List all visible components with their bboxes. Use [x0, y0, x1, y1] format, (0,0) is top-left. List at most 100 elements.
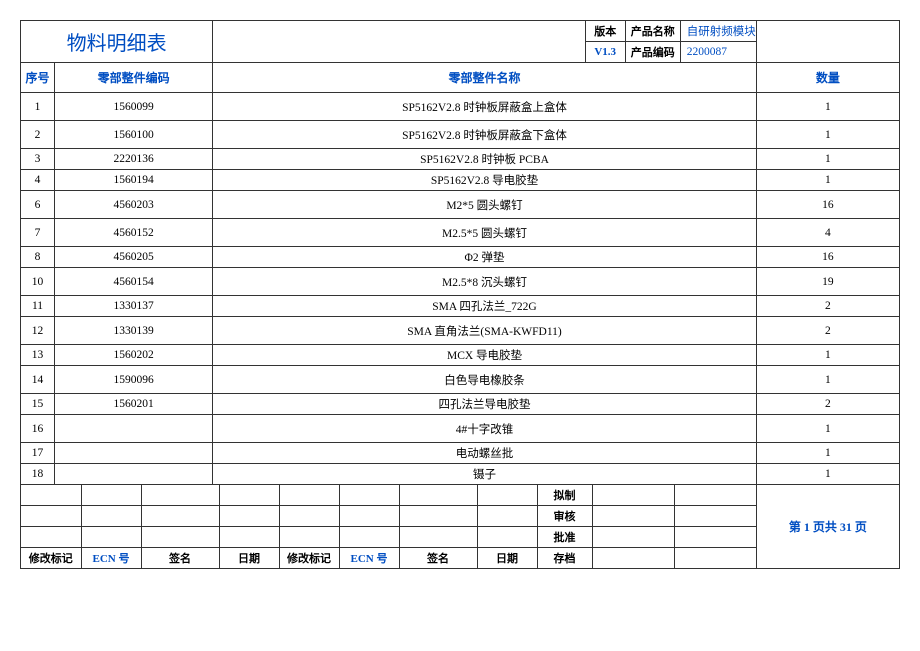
cell-name: MCX 导电胶垫 [213, 345, 757, 366]
cell-seq: 4 [21, 170, 55, 191]
table-row: 64560203M2*5 圆头螺钉16 [21, 191, 900, 219]
cell-name: M2.5*8 沉头螺钉 [213, 268, 757, 296]
cell-code: 1330137 [55, 296, 213, 317]
table-row: 151560201四孔法兰导电胶垫2 [21, 394, 900, 415]
cell-qty: 16 [756, 191, 899, 219]
cell-code: 1590096 [55, 366, 213, 394]
cell-qty: 1 [756, 121, 899, 149]
page-info: 第 1 页共 31 页 [756, 485, 899, 569]
cell-qty: 2 [756, 394, 899, 415]
cell-name: M2*5 圆头螺钉 [213, 191, 757, 219]
cell-qty: 1 [756, 93, 899, 121]
cell-seq: 1 [21, 93, 55, 121]
cell-seq: 15 [21, 394, 55, 415]
cell-name: SMA 直角法兰(SMA-KWFD11) [213, 317, 757, 345]
doc-title: 物料明细表 [21, 21, 213, 63]
cell-name: 白色导电橡胶条 [213, 366, 757, 394]
cell-code [55, 443, 213, 464]
cell-name: 电动螺丝批 [213, 443, 757, 464]
cell-seq: 11 [21, 296, 55, 317]
approval-label-3: 存档 [537, 548, 592, 569]
product-name-label: 产品名称 [625, 21, 680, 42]
cell-name: SMA 四孔法兰_722G [213, 296, 757, 317]
cell-qty: 2 [756, 317, 899, 345]
bottom-label-1: ECN 号 [81, 548, 141, 569]
cell-qty: 1 [756, 415, 899, 443]
cell-code [55, 464, 213, 485]
table-row: 74560152M2.5*5 圆头螺钉4 [21, 219, 900, 247]
cell-qty: 2 [756, 296, 899, 317]
cell-code [55, 415, 213, 443]
col-part-name: 零部整件名称 [213, 63, 757, 93]
cell-qty: 4 [756, 219, 899, 247]
cell-name: SP5162V2.8 时钟板 PCBA [213, 149, 757, 170]
cell-seq: 6 [21, 191, 55, 219]
cell-code: 4560203 [55, 191, 213, 219]
table-row: 32220136SP5162V2.8 时钟板 PCBA1 [21, 149, 900, 170]
cell-seq: 16 [21, 415, 55, 443]
bottom-label-2: 签名 [141, 548, 219, 569]
cell-seq: 3 [21, 149, 55, 170]
col-part-code: 零部整件编码 [55, 63, 213, 93]
cell-seq: 2 [21, 121, 55, 149]
table-row: 111330137SMA 四孔法兰_722G2 [21, 296, 900, 317]
table-row: 141590096白色导电橡胶条1 [21, 366, 900, 394]
approval-label-2: 批准 [537, 527, 592, 548]
cell-qty: 16 [756, 247, 899, 268]
cell-name: SP5162V2.8 导电胶垫 [213, 170, 757, 191]
bottom-label-7: 日期 [477, 548, 537, 569]
cell-seq: 7 [21, 219, 55, 247]
cell-name: M2.5*5 圆头螺钉 [213, 219, 757, 247]
cell-seq: 8 [21, 247, 55, 268]
cell-code: 1560100 [55, 121, 213, 149]
table-row: 21560100SP5162V2.8 时钟板屏蔽盒下盒体1 [21, 121, 900, 149]
bottom-label-0: 修改标记 [21, 548, 81, 569]
cell-code: 1560099 [55, 93, 213, 121]
approval-label-1: 审核 [537, 506, 592, 527]
bom-table: 物料明细表 版本 产品名称 自研射频模块时钟板 V1.3 产品编码 220008… [20, 20, 900, 569]
table-row: 131560202MCX 导电胶垫1 [21, 345, 900, 366]
product-name-value: 自研射频模块时钟板 [680, 21, 756, 42]
table-row: 41560194SP5162V2.8 导电胶垫1 [21, 170, 900, 191]
cell-name: 镊子 [213, 464, 757, 485]
cell-code: 4560205 [55, 247, 213, 268]
cell-name: 四孔法兰导电胶垫 [213, 394, 757, 415]
cell-name: SP5162V2.8 时钟板屏蔽盒下盒体 [213, 121, 757, 149]
cell-qty: 1 [756, 149, 899, 170]
product-code-value: 2200087 [680, 42, 756, 63]
table-row: 16 4#十字改锥1 [21, 415, 900, 443]
cell-qty: 1 [756, 366, 899, 394]
cell-name: 4#十字改锥 [213, 415, 757, 443]
col-qty: 数量 [756, 63, 899, 93]
version-label: 版本 [585, 21, 625, 42]
cell-seq: 13 [21, 345, 55, 366]
bottom-label-5: ECN 号 [339, 548, 399, 569]
version-value: V1.3 [585, 42, 625, 63]
cell-seq: 14 [21, 366, 55, 394]
cell-code: 1330139 [55, 317, 213, 345]
cell-code: 1560194 [55, 170, 213, 191]
cell-seq: 18 [21, 464, 55, 485]
cell-code: 2220136 [55, 149, 213, 170]
cell-code: 4560152 [55, 219, 213, 247]
cell-name: Φ2 弹垫 [213, 247, 757, 268]
table-row: 18 镊子1 [21, 464, 900, 485]
cell-code: 4560154 [55, 268, 213, 296]
cell-name: SP5162V2.8 时钟板屏蔽盒上盒体 [213, 93, 757, 121]
cell-seq: 10 [21, 268, 55, 296]
col-seq: 序号 [21, 63, 55, 93]
table-row: 11560099SP5162V2.8 时钟板屏蔽盒上盒体1 [21, 93, 900, 121]
bottom-label-3: 日期 [219, 548, 279, 569]
cell-qty: 1 [756, 443, 899, 464]
bottom-label-6: 签名 [399, 548, 477, 569]
cell-seq: 12 [21, 317, 55, 345]
cell-qty: 1 [756, 170, 899, 191]
table-row: 84560205Φ2 弹垫16 [21, 247, 900, 268]
product-code-label: 产品编码 [625, 42, 680, 63]
table-row: 17电动螺丝批1 [21, 443, 900, 464]
cell-qty: 1 [756, 345, 899, 366]
cell-code: 1560201 [55, 394, 213, 415]
cell-code: 1560202 [55, 345, 213, 366]
table-row: 104560154M2.5*8 沉头螺钉19 [21, 268, 900, 296]
cell-qty: 1 [756, 464, 899, 485]
